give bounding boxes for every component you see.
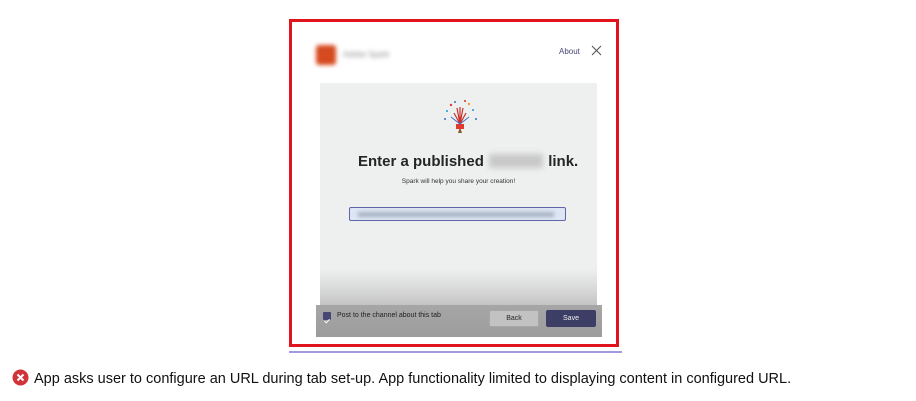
headline-start: Enter a published	[358, 153, 484, 170]
post-to-channel-label: Post to the channel about this tab	[337, 312, 441, 319]
caption-text: App asks user to configure an URL during…	[34, 371, 792, 387]
headline: Enter a published link.	[358, 153, 578, 170]
url-input[interactable]	[349, 207, 566, 221]
error-icon	[12, 369, 29, 386]
blurred-url-value	[358, 212, 554, 217]
subtext: Spark will help you share your creation!	[401, 178, 516, 185]
frame-underline	[289, 351, 622, 353]
checkmark-icon	[324, 318, 330, 324]
post-to-channel-checkbox[interactable]	[323, 312, 331, 324]
headline-end: link.	[548, 153, 579, 170]
close-icon[interactable]	[591, 45, 602, 56]
back-button[interactable]: Back	[489, 310, 539, 327]
confetti-icon	[444, 100, 477, 133]
setup-panel: Enter a published link. Spark will help …	[320, 83, 597, 331]
save-button[interactable]: Save	[546, 310, 596, 327]
app-logo-icon	[316, 45, 336, 65]
app-name: Adobe Spark	[343, 50, 390, 59]
redacted-word	[489, 154, 544, 168]
about-link[interactable]: About	[559, 47, 580, 56]
screenshot-frame: Adobe Spark About Enter a published link…	[289, 19, 619, 347]
